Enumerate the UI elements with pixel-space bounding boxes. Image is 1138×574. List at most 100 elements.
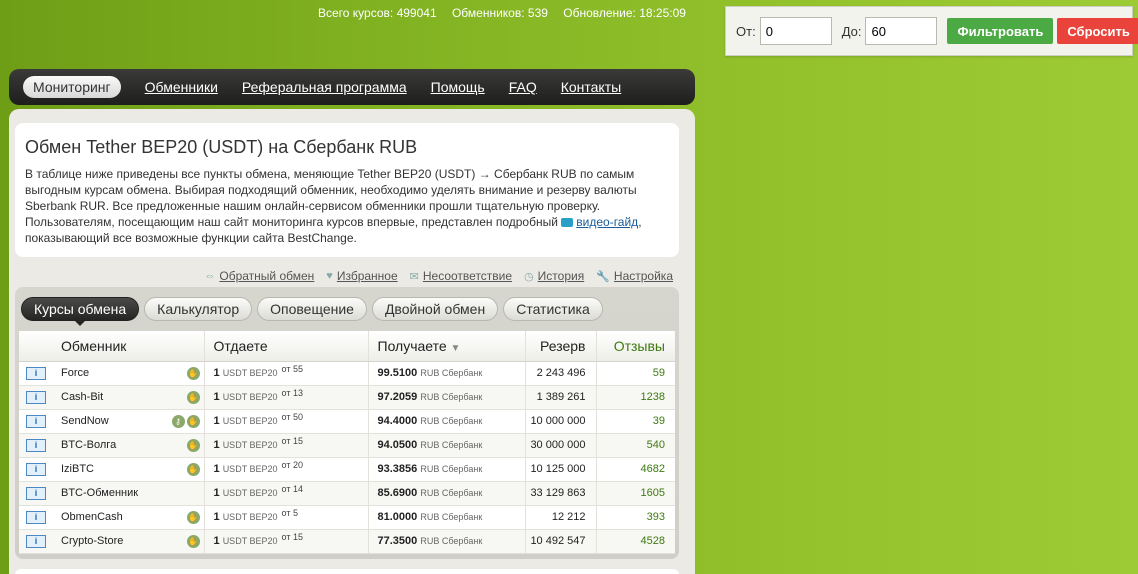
to-input[interactable] (865, 17, 938, 45)
info-cell[interactable]: i (19, 361, 53, 386)
header-reviews[interactable]: Отзывы (596, 331, 675, 362)
hand-icon: ✋ (186, 534, 200, 548)
exchanger-name[interactable]: ObmenCash ✋ (53, 505, 205, 530)
hand-icon: ✋ (186, 438, 200, 452)
history-link[interactable]: ◷ История (524, 269, 584, 283)
info-icon[interactable]: i (26, 462, 46, 476)
badges: ✋ (185, 390, 200, 404)
rates-table: Обменник Отдаете Получаете ▼ Резерв Отзы… (19, 331, 675, 554)
table-row[interactable]: i IziBTC ✋ 1 USDT BEP20 от 20 93.3856 RUB … (19, 457, 675, 482)
nav-contacts[interactable]: Контакты (561, 79, 621, 95)
reviews-cell[interactable]: 1238 (596, 385, 675, 410)
info-cell[interactable]: i (19, 505, 53, 530)
tab-alert[interactable]: Оповещение (257, 297, 367, 321)
info-cell[interactable]: i (19, 385, 53, 410)
info-cell[interactable]: i (19, 457, 53, 482)
mail-icon: ✉ (409, 270, 419, 283)
reviews-cell[interactable]: 1605 (596, 481, 675, 506)
total-rates: Всего курсов: 499041 (318, 6, 437, 20)
table-row[interactable]: i SendNow ⚷ ✋ 1 USDT BEP20 от 50 94.4000 RU… (19, 409, 675, 434)
badges: ✋ (185, 462, 200, 476)
info-icon[interactable]: i (26, 510, 46, 524)
tab-calculator[interactable]: Калькулятор (144, 297, 253, 321)
info-header (19, 331, 53, 362)
info-icon[interactable]: i (26, 414, 46, 428)
reserve-cell: 10 000 000 (525, 409, 597, 434)
exchanger-name[interactable]: SendNow ⚷ ✋ (53, 409, 205, 434)
exchanger-name[interactable]: BTC-Волга ✋ (53, 433, 205, 458)
table-row[interactable]: i Crypto-Store ✋ 1 USDT BEP20 от 15 77.350… (19, 529, 675, 554)
get-cell: 97.2059 RUB Сбербанк (368, 385, 526, 410)
hand-icon: ✋ (186, 414, 200, 428)
tab-statistics[interactable]: Статистика (503, 297, 603, 321)
tab-rates[interactable]: Курсы обмена (21, 297, 140, 326)
nav-referral[interactable]: Реферальная программа (242, 79, 407, 95)
table-row[interactable]: i Cash-Bit ✋ 1 USDT BEP20 от 13 97.2059 RU… (19, 385, 675, 410)
from-input[interactable] (759, 17, 832, 45)
reverse-exchange-link[interactable]: ⇔ Обратный обмен (204, 269, 314, 283)
reserve-cell: 2 243 496 (525, 361, 597, 386)
give-cell: 1 USDT BEP20 от 13 (204, 385, 369, 410)
table-row[interactable]: i ObmenCash ✋ 1 USDT BEP20 от 5 81.0000 RU… (19, 505, 675, 530)
give-cell: 1 USDT BEP20 от 50 (204, 409, 369, 434)
exchanger-name[interactable]: Cash-Bit ✋ (53, 385, 205, 410)
tabs: Курсы обмена Калькулятор Оповещение Двой… (21, 297, 608, 326)
info-cell[interactable]: i (19, 409, 53, 434)
reviews-cell[interactable]: 39 (596, 409, 675, 434)
nav-exchangers[interactable]: Обменники (145, 79, 218, 95)
exchanger-name[interactable]: Force ✋ (53, 361, 205, 386)
utility-links: ⇔ Обратный обмен ♥ Избранное ✉ Несоответств… (192, 269, 673, 283)
give-cell: 1 USDT BEP20 от 55 (204, 361, 369, 386)
badges: ✋ (185, 438, 200, 452)
hand-icon: ✋ (186, 462, 200, 476)
reviews-cell[interactable]: 540 (596, 433, 675, 458)
exchanger-name[interactable]: IziBTC ✋ (53, 457, 205, 482)
table-row[interactable]: i Force ✋ 1 USDT BEP20 от 55 99.5100 RUB С… (19, 361, 675, 386)
table-row[interactable]: i BTC-Волга ✋ 1 USDT BEP20 от 15 94.0500 R… (19, 433, 675, 458)
reviews-cell[interactable]: 59 (596, 361, 675, 386)
info-icon[interactable]: i (26, 438, 46, 452)
reviews-cell[interactable]: 393 (596, 505, 675, 530)
header-give[interactable]: Отдаете (204, 331, 369, 362)
nav-help[interactable]: Помощь (431, 79, 485, 95)
reset-button[interactable]: Сбросить (1057, 18, 1138, 44)
intro-box: Обмен Tether BEP20 (USDT) на Сбербанк RU… (15, 123, 679, 257)
update-time: Обновление: 18:25:09 (563, 6, 686, 20)
exchanger-name[interactable]: BTC-Обменник (53, 481, 205, 506)
header-get[interactable]: Получаете ▼ (368, 331, 526, 362)
get-cell: 81.0000 RUB Сбербанк (368, 505, 526, 530)
nav-faq[interactable]: FAQ (509, 79, 537, 95)
video-icon (561, 218, 574, 228)
tab-double-exchange[interactable]: Двойной обмен (371, 297, 499, 321)
intro-text: В таблице ниже приведены все пункты обме… (25, 166, 669, 246)
video-guide-link[interactable]: видео-гайд (576, 215, 638, 229)
filter-button[interactable]: Фильтровать (947, 18, 1054, 44)
hand-icon: ✋ (186, 390, 200, 404)
info-icon[interactable]: i (26, 366, 46, 380)
header-reserve[interactable]: Резерв (525, 331, 597, 362)
table-row[interactable]: i BTC-Обменник 1 USDT BEP20 от 14 85.6900… (19, 481, 675, 506)
reviews-cell[interactable]: 4528 (596, 529, 675, 554)
reserve-cell: 1 389 261 (525, 385, 597, 410)
get-cell: 77.3500 RUB Сбербанк (368, 529, 526, 554)
header-exchanger[interactable]: Обменник (53, 331, 205, 362)
info-icon[interactable]: i (26, 486, 46, 500)
mismatch-link[interactable]: ✉ Несоответствие (410, 269, 512, 283)
sort-down-icon: ▼ (450, 342, 461, 354)
reserve-cell: 30 000 000 (525, 433, 597, 458)
exchanger-name[interactable]: Crypto-Store ✋ (53, 529, 205, 554)
content-panel: Обмен Tether BEP20 (USDT) на Сбербанк RU… (9, 109, 695, 574)
get-cell: 99.5100 RUB Сбербанк (368, 361, 526, 386)
reviews-cell[interactable]: 4682 (596, 457, 675, 482)
info-cell[interactable]: i (19, 481, 53, 506)
info-icon[interactable]: i (26, 534, 46, 548)
info-cell[interactable]: i (19, 529, 53, 554)
favorites-link[interactable]: ♥ Избранное (326, 269, 397, 283)
nav-monitoring[interactable]: Мониторинг (23, 76, 121, 98)
from-label: От: (736, 23, 756, 39)
info-cell[interactable]: i (19, 433, 53, 458)
info-icon[interactable]: i (26, 390, 46, 404)
settings-link[interactable]: 🔧 Настройка (596, 269, 673, 283)
reserve-cell: 12 212 (525, 505, 597, 530)
exchangers-count: Обменников: 539 (451, 6, 548, 20)
